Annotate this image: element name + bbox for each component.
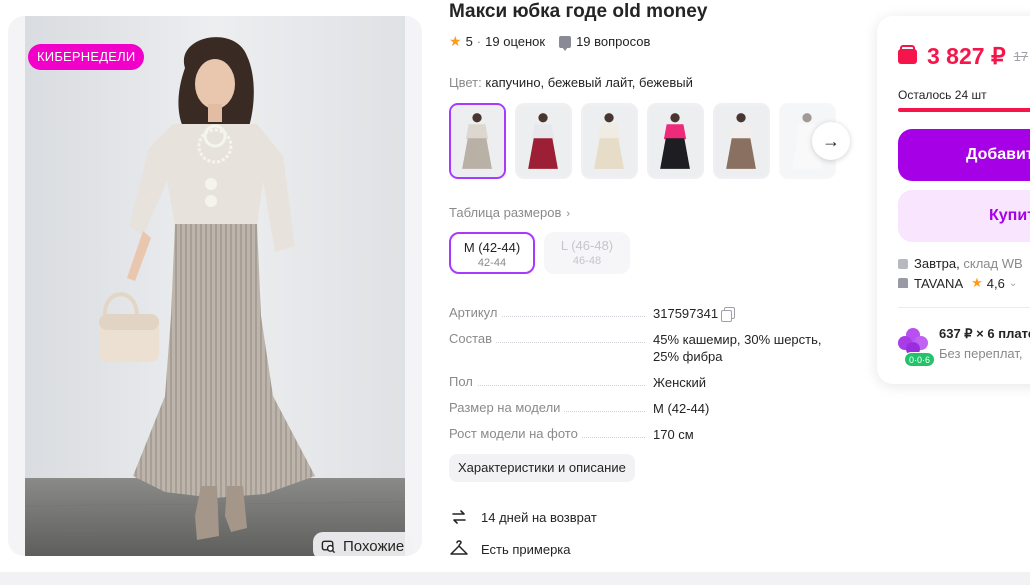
- installment-text[interactable]: 637 ₽ × 6 платежей: [939, 326, 1030, 342]
- size-options: M (42-44) 42-44 L (46-48) 46-48: [449, 232, 630, 274]
- spec-row: Состав 45% кашемир, 30% шерсть, 25% фибр…: [449, 331, 839, 365]
- questions-link[interactable]: 19 вопросов: [576, 34, 650, 49]
- shop-icon: [898, 278, 908, 288]
- spec-key: Размер на модели: [449, 400, 565, 415]
- price-row: 3 827 ₽ 17: [898, 43, 1028, 70]
- spec-row: Рост модели на фото 170 см: [449, 426, 839, 443]
- box-icon: [898, 258, 908, 269]
- similar-button[interactable]: Похожие: [313, 532, 415, 556]
- article-number: 317597341: [653, 306, 719, 321]
- color-thumbnail[interactable]: [713, 103, 770, 179]
- spec-key-wrap: Рост модели на фото: [449, 426, 653, 441]
- fitting-feature: Есть примерка: [449, 539, 571, 559]
- return-label: 14 дней на возврат: [481, 509, 597, 525]
- add-to-cart-button[interactable]: Добавить: [898, 129, 1030, 181]
- panel-divider: [898, 307, 1030, 308]
- spec-value: 45% кашемир, 30% шерсть, 25% фибра: [653, 332, 822, 364]
- size-sub: 42-44: [477, 257, 507, 269]
- buy-now-button[interactable]: Купить: [898, 190, 1030, 242]
- buy-panel: 3 827 ₽ 17 Осталось 24 шт Добавить Купит…: [877, 16, 1030, 384]
- thumbnail-image: [649, 105, 702, 177]
- star-icon: ★: [971, 275, 983, 290]
- stock-bar: [898, 108, 1030, 112]
- spec-value: Женский: [653, 375, 706, 390]
- product-title: Макси юбка годе old money: [449, 1, 708, 22]
- spec-row: Артикул 317597341: [449, 305, 839, 322]
- size-table-link[interactable]: Таблица размеров ›: [449, 205, 570, 220]
- product-specs: Артикул 317597341 Состав 45% кашемир, 30…: [449, 305, 839, 452]
- no-overpay-text: Без переплат,: [939, 346, 1023, 361]
- questions-icon: [559, 35, 572, 51]
- copy-icon[interactable]: [721, 307, 736, 322]
- spec-value: 170 см: [653, 427, 694, 442]
- chevron-right-icon: ›: [566, 208, 571, 220]
- return-arrows-icon: [452, 510, 466, 524]
- stock-left: Осталось 24 шт: [898, 88, 987, 102]
- arrow-right-icon: →: [822, 130, 840, 151]
- color-thumbnail[interactable]: [647, 103, 704, 179]
- size-sub: 46-48: [572, 255, 602, 267]
- star-icon: ★: [449, 33, 462, 49]
- rating-value: 5: [465, 34, 473, 49]
- warehouse: склад WB: [963, 256, 1023, 271]
- size-name: M (42-44): [463, 240, 521, 255]
- dotted-leader: [449, 385, 645, 386]
- spec-row: Пол Женский: [449, 374, 839, 391]
- color-thumbnail[interactable]: [581, 103, 638, 179]
- spec-key: Состав: [449, 331, 497, 346]
- spec-value: M (42-44): [653, 401, 710, 416]
- size-option-m[interactable]: M (42-44) 42-44: [449, 232, 535, 274]
- delivery-info: Завтра, склад WB: [898, 256, 1023, 271]
- product-page: КИБЕРНЕДЕЛИ Похожие Макси юбка годе old …: [0, 0, 1030, 585]
- seller-name: TAVANA: [914, 275, 964, 291]
- spec-key-wrap: Пол: [449, 374, 653, 389]
- product-photo[interactable]: [25, 16, 405, 556]
- spec-row: Размер на модели M (42-44): [449, 400, 839, 417]
- similar-label: Похожие: [343, 537, 405, 555]
- thumbnail-image: [517, 105, 570, 177]
- spec-key-wrap: Состав: [449, 331, 653, 346]
- fitting-label: Есть примерка: [481, 541, 571, 557]
- chevron-down-icon: ⌄: [1008, 277, 1018, 289]
- thumbnail-image: [583, 105, 636, 177]
- thumbnails-next-button[interactable]: →: [812, 122, 850, 160]
- similar-icon: [321, 540, 336, 553]
- thumbnail-image: [715, 105, 768, 177]
- color-value: капучино, бежевый лайт, бежевый: [485, 75, 693, 90]
- seller-rating: 4,6: [986, 275, 1005, 291]
- spec-key-wrap: Размер на модели: [449, 400, 653, 415]
- old-price: 17: [1013, 49, 1029, 64]
- characteristics-button[interactable]: Характеристики и описание: [449, 454, 635, 482]
- wallet-icon: [898, 45, 917, 64]
- thumbnail-image: [451, 105, 504, 177]
- hanger-icon: [450, 540, 468, 555]
- seller-info[interactable]: TAVANA ★ 4,6 ⌄: [898, 275, 1017, 291]
- size-table-label: Таблица размеров: [449, 205, 562, 220]
- bottom-strip: [0, 572, 1030, 585]
- color-thumbnail[interactable]: [515, 103, 572, 179]
- model-photo-image: [25, 16, 405, 556]
- color-row: Цвет: капучино, бежевый лайт, бежевый: [449, 75, 693, 90]
- promo-badge: КИБЕРНЕДЕЛИ: [28, 44, 145, 70]
- delivery-day: Завтра,: [914, 256, 960, 271]
- color-label: Цвет:: [449, 75, 482, 90]
- separator-dot: ·: [476, 34, 482, 49]
- reviews-link[interactable]: 19 оценок: [485, 34, 545, 49]
- spec-key-wrap: Артикул: [449, 305, 653, 320]
- split-badge: 0·0·6: [904, 352, 936, 367]
- size-name: L (46-48): [560, 238, 614, 253]
- spec-value-wrap: 317597341: [653, 305, 839, 322]
- spec-key: Пол: [449, 374, 477, 389]
- color-thumbnails: [449, 103, 836, 179]
- return-feature: 14 дней на возврат: [449, 507, 597, 527]
- size-option-l[interactable]: L (46-48) 46-48: [544, 232, 630, 274]
- rating-row: ★ 5 · 19 оценок 19 вопросов: [449, 33, 650, 51]
- spec-key: Рост модели на фото: [449, 426, 582, 441]
- color-thumbnail[interactable]: [449, 103, 506, 179]
- product-photo-card[interactable]: КИБЕРНЕДЕЛИ Похожие: [8, 16, 422, 556]
- price: 3 827 ₽: [927, 43, 1006, 69]
- spec-key: Артикул: [449, 305, 502, 320]
